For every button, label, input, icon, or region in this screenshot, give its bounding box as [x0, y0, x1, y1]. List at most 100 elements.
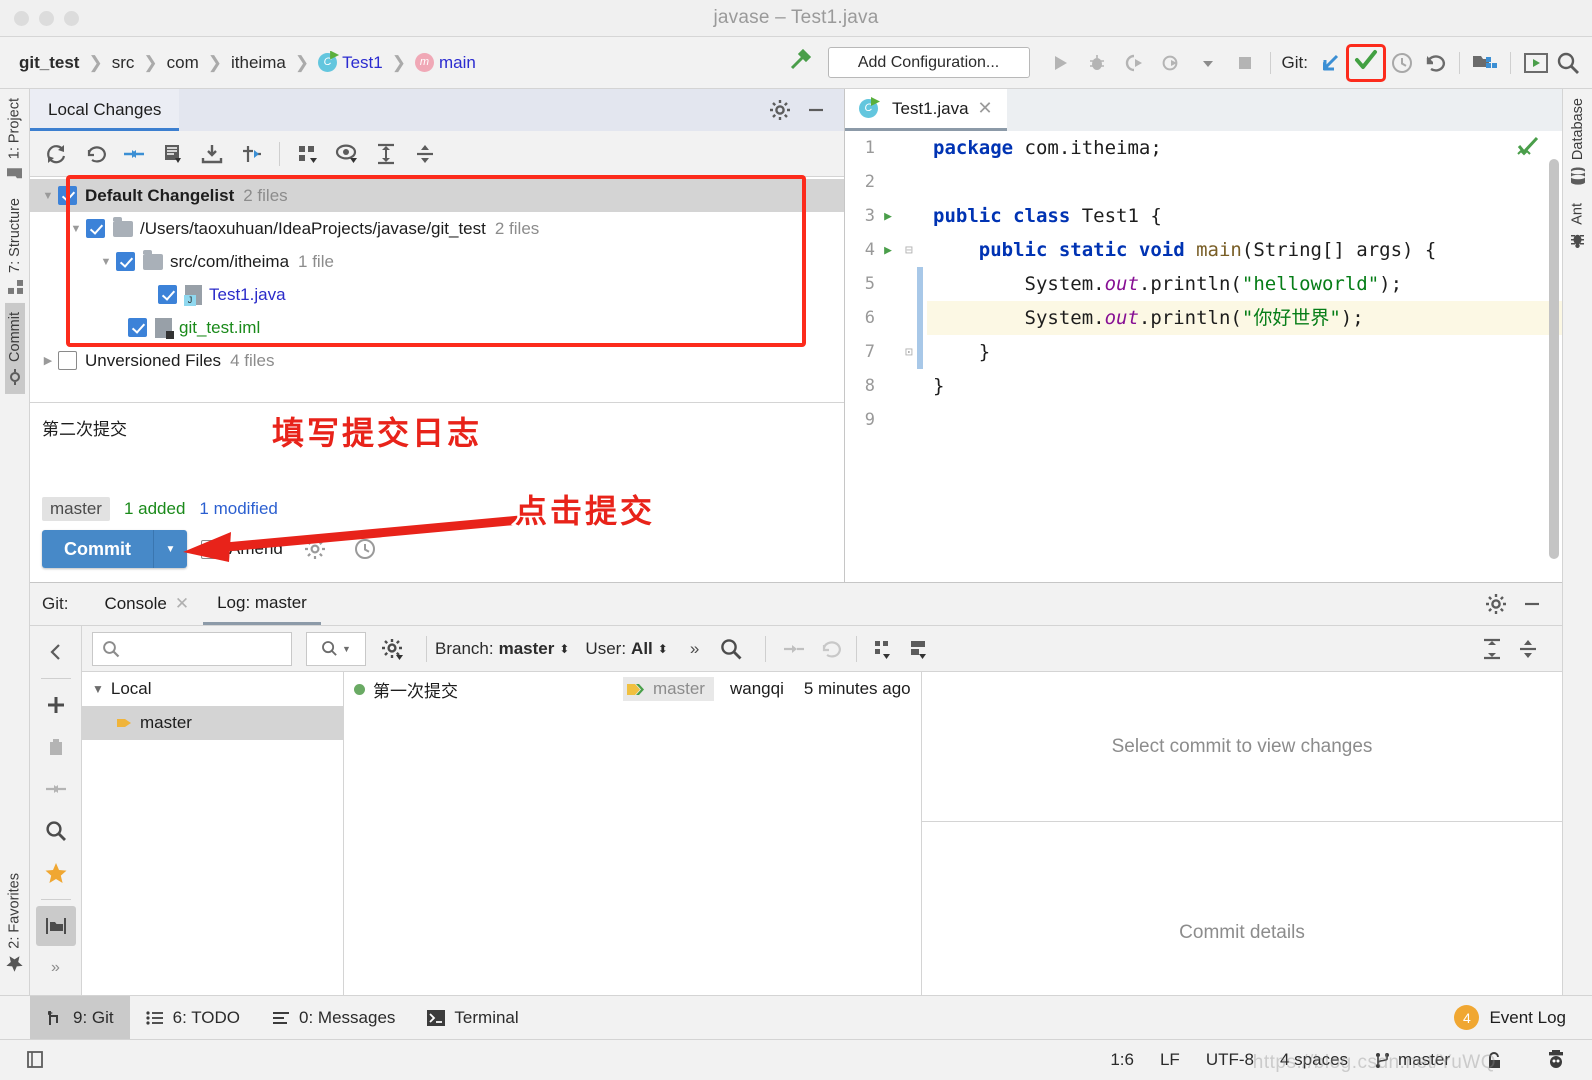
breadcrumb-item-com[interactable]: com — [162, 51, 204, 75]
more-icon[interactable]: » — [36, 948, 76, 988]
changelist-checkbox[interactable] — [58, 186, 77, 205]
debug-icon[interactable] — [1081, 47, 1113, 79]
group-by-icon[interactable] — [865, 631, 901, 667]
edit-source-icon[interactable] — [155, 136, 191, 172]
run-with-coverage-icon[interactable] — [1118, 47, 1150, 79]
expand-all-icon[interactable] — [1474, 631, 1510, 667]
find-icon[interactable] — [713, 631, 749, 667]
build-project-icon[interactable] — [786, 46, 814, 79]
preview-diff-icon[interactable] — [329, 136, 365, 172]
shelve-icon[interactable] — [194, 136, 230, 172]
commit-button[interactable]: Commit ▼ — [42, 530, 187, 568]
refresh-icon[interactable] — [38, 136, 74, 172]
branch-tree[interactable]: ▼ Local master — [82, 672, 344, 995]
hector-icon[interactable] — [1538, 1042, 1574, 1078]
tab-log-master[interactable]: Log: master — [203, 583, 321, 625]
changes-tree[interactable]: ▼ Default Changelist 2 files ▼ /Users/ta… — [30, 177, 844, 402]
lock-icon[interactable] — [1476, 1042, 1512, 1078]
git-update-icon[interactable] — [1314, 47, 1346, 79]
favorite-star-icon[interactable] — [36, 853, 76, 893]
folder-checkbox[interactable] — [116, 252, 135, 271]
stop-icon[interactable] — [1229, 47, 1261, 79]
sidebar-item-database[interactable]: Database — [1568, 89, 1588, 194]
tab-test1-java[interactable]: C Test1.java ✕ — [845, 89, 1007, 131]
collapse-all-icon[interactable] — [1510, 631, 1546, 667]
status-branch[interactable]: master — [1374, 1050, 1450, 1070]
tree-row-file-iml[interactable]: git_test.iml — [30, 311, 844, 344]
file-checkbox[interactable] — [128, 318, 147, 337]
rollback-icon[interactable] — [77, 136, 113, 172]
sidebar-item-structure[interactable]: 7: Structure — [5, 189, 25, 303]
sidebar-item-project[interactable]: 1: Project — [4, 89, 25, 189]
git-history-icon[interactable] — [1386, 47, 1418, 79]
tool-tab-terminal[interactable]: Terminal — [411, 996, 534, 1040]
breadcrumb-item-itheima[interactable]: itheima — [226, 51, 291, 75]
more-filters-icon[interactable]: » — [690, 639, 699, 659]
chevron-down-icon[interactable]: ▼ — [96, 256, 116, 268]
breadcrumb-item-class[interactable]: C Test1 — [313, 51, 388, 75]
tool-tab-todo[interactable]: 6: TODO — [130, 996, 256, 1040]
show-diff-icon[interactable] — [776, 631, 812, 667]
run-icon[interactable] — [1044, 47, 1076, 79]
git-rollback-icon[interactable] — [1418, 47, 1450, 79]
layout-icon[interactable] — [901, 631, 937, 667]
chevron-down-icon[interactable]: ▼ — [66, 223, 86, 235]
show-diff-icon[interactable] — [116, 136, 152, 172]
quick-filter-button[interactable]: ▼ — [306, 631, 366, 666]
git-commit-icon[interactable] — [1353, 47, 1379, 78]
chevron-right-icon[interactable]: ▶ — [38, 354, 58, 367]
tree-row-folder-root[interactable]: ▼ /Users/taoxuhuan/IdeaProjects/javase/g… — [30, 212, 844, 245]
move-to-changelist-icon[interactable] — [233, 136, 269, 172]
editor-body[interactable]: 1 2 3 ▶ 4 ▶ ⊟ 5 6 7 ⊡ 8 9 package com.it… — [845, 131, 1562, 582]
file-checkbox[interactable] — [158, 285, 177, 304]
trash-icon[interactable] — [36, 727, 76, 767]
indent-setting[interactable]: 4 spaces — [1280, 1050, 1348, 1070]
sidebar-item-commit[interactable]: Commit — [4, 303, 25, 395]
show-diff-icon[interactable] — [36, 769, 76, 809]
console-icon[interactable] — [1520, 47, 1552, 79]
tree-row-changelist[interactable]: ▼ Default Changelist 2 files — [30, 179, 844, 212]
expand-all-icon[interactable] — [368, 136, 404, 172]
breadcrumb-item-project[interactable]: git_test — [14, 51, 84, 75]
folder-open-icon[interactable] — [35, 906, 76, 946]
collapse-left-icon[interactable] — [36, 632, 76, 672]
commit-row[interactable]: 第一次提交 master wangqi 5 minutes ago — [344, 672, 921, 706]
sidebar-item-ant[interactable]: Ant — [1567, 194, 1588, 258]
profile-icon[interactable] — [1155, 47, 1187, 79]
inspections-ok-icon[interactable] — [1516, 135, 1540, 164]
tab-console[interactable]: Console ✕ — [90, 583, 203, 625]
search-icon[interactable] — [36, 811, 76, 851]
rollback-icon[interactable] — [812, 631, 848, 667]
tool-tab-messages[interactable]: 0: Messages — [256, 996, 411, 1040]
file-encoding[interactable]: UTF-8 — [1206, 1050, 1254, 1070]
line-separator[interactable]: LF — [1160, 1050, 1180, 1070]
minimize-icon[interactable] — [798, 92, 834, 128]
close-icon[interactable]: ✕ — [978, 98, 993, 119]
gear-icon[interactable] — [762, 92, 798, 128]
editor-scrollbar[interactable] — [1549, 159, 1559, 559]
run-gutter-icon[interactable]: ▶ — [875, 243, 901, 258]
minimize-icon[interactable] — [1514, 586, 1550, 622]
hide-toolwindows-icon[interactable] — [18, 1042, 54, 1078]
user-filter[interactable]: User: All ⬍ — [585, 639, 667, 659]
fold-icon[interactable]: ⊟ — [905, 243, 913, 258]
gear-icon[interactable] — [1478, 586, 1514, 622]
tree-row-file-test1[interactable]: Test1.java — [30, 278, 844, 311]
chevron-down-icon[interactable] — [1192, 47, 1224, 79]
close-icon[interactable]: ✕ — [175, 583, 189, 625]
editor-gutter[interactable]: 1 2 3 ▶ 4 ▶ ⊟ 5 6 7 ⊡ 8 9 — [845, 131, 927, 582]
breadcrumb-item-method[interactable]: m main — [410, 51, 481, 75]
plus-icon[interactable] — [36, 685, 76, 725]
chevron-down-icon[interactable]: ▼ — [92, 682, 104, 696]
code-area[interactable]: package com.itheima; public class Test1 … — [927, 131, 1562, 582]
folder-checkbox[interactable] — [86, 219, 105, 238]
branch-item-master[interactable]: master — [82, 706, 343, 740]
run-gutter-icon[interactable]: ▶ — [875, 209, 901, 224]
branch-filter[interactable]: Branch: master ⬍ — [435, 639, 569, 659]
event-log-button[interactable]: 4 Event Log — [1454, 1005, 1592, 1030]
commit-list[interactable]: 第一次提交 master wangqi 5 minutes ago — [344, 672, 922, 995]
caret-position[interactable]: 1:6 — [1110, 1050, 1134, 1070]
search-everywhere-icon[interactable] — [1552, 47, 1584, 79]
change-marker[interactable] — [917, 267, 923, 369]
git-commit-button-highlight[interactable] — [1346, 43, 1386, 82]
